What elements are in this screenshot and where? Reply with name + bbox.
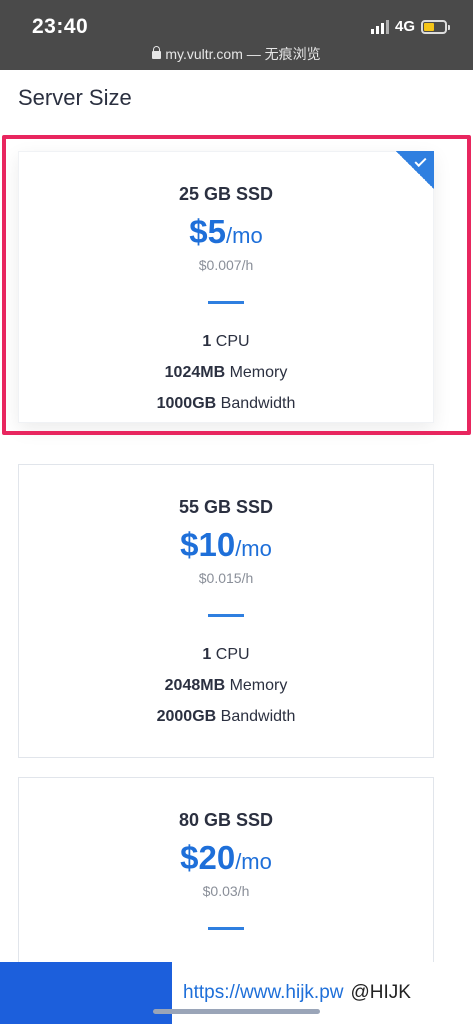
plan-card-55gb[interactable]: 55 GB SSD $10/mo $0.015/h 1 CPU 2048MB M…	[18, 464, 434, 758]
plan-hourly-price: $0.015/h	[198, 570, 254, 586]
plan-memory: 2048MB Memory	[164, 677, 288, 694]
plan-price: $10/mo	[180, 526, 272, 563]
url-text: my.vultr.com	[165, 46, 243, 62]
watermark-handle: @HIJK	[350, 982, 411, 1003]
page-load-progress	[0, 70, 218, 73]
plan-specs: 1 CPU 2048MB Memory 2000GB Bandwidth	[19, 639, 433, 732]
plan-storage: 55 GB SSD	[178, 497, 274, 517]
plan-divider	[208, 614, 244, 617]
plan-hourly-price: $0.03/h	[202, 883, 250, 899]
signal-icon	[370, 19, 389, 34]
watermark-link: https://www.hijk.pw	[183, 982, 344, 1003]
plan-cpu: 1 CPU	[202, 646, 250, 663]
lock-icon	[152, 46, 162, 59]
status-bar: 23:40 4G my.vultr.com — 无痕浏览	[0, 0, 473, 70]
status-time: 23:40	[32, 15, 89, 38]
status-indicators: 4G	[370, 18, 450, 35]
plan-price: $20/mo	[180, 839, 272, 876]
page-title: Server Size	[18, 85, 132, 110]
selection-highlight	[2, 135, 471, 435]
plan-bandwidth: 2000GB Bandwidth	[156, 708, 296, 725]
plan-storage: 80 GB SSD	[178, 810, 274, 830]
network-type: 4G	[394, 18, 415, 35]
battery-icon	[421, 19, 450, 34]
watermark: https://www.hijk.pw @HIJK	[172, 962, 473, 1024]
plan-card-80gb[interactable]: 80 GB SSD $20/mo $0.03/h	[18, 777, 434, 977]
address-bar[interactable]: my.vultr.com — 无痕浏览	[0, 44, 473, 64]
private-mode-label: — 无痕浏览	[242, 46, 321, 62]
home-indicator[interactable]	[153, 1009, 320, 1014]
plan-divider	[208, 927, 244, 930]
